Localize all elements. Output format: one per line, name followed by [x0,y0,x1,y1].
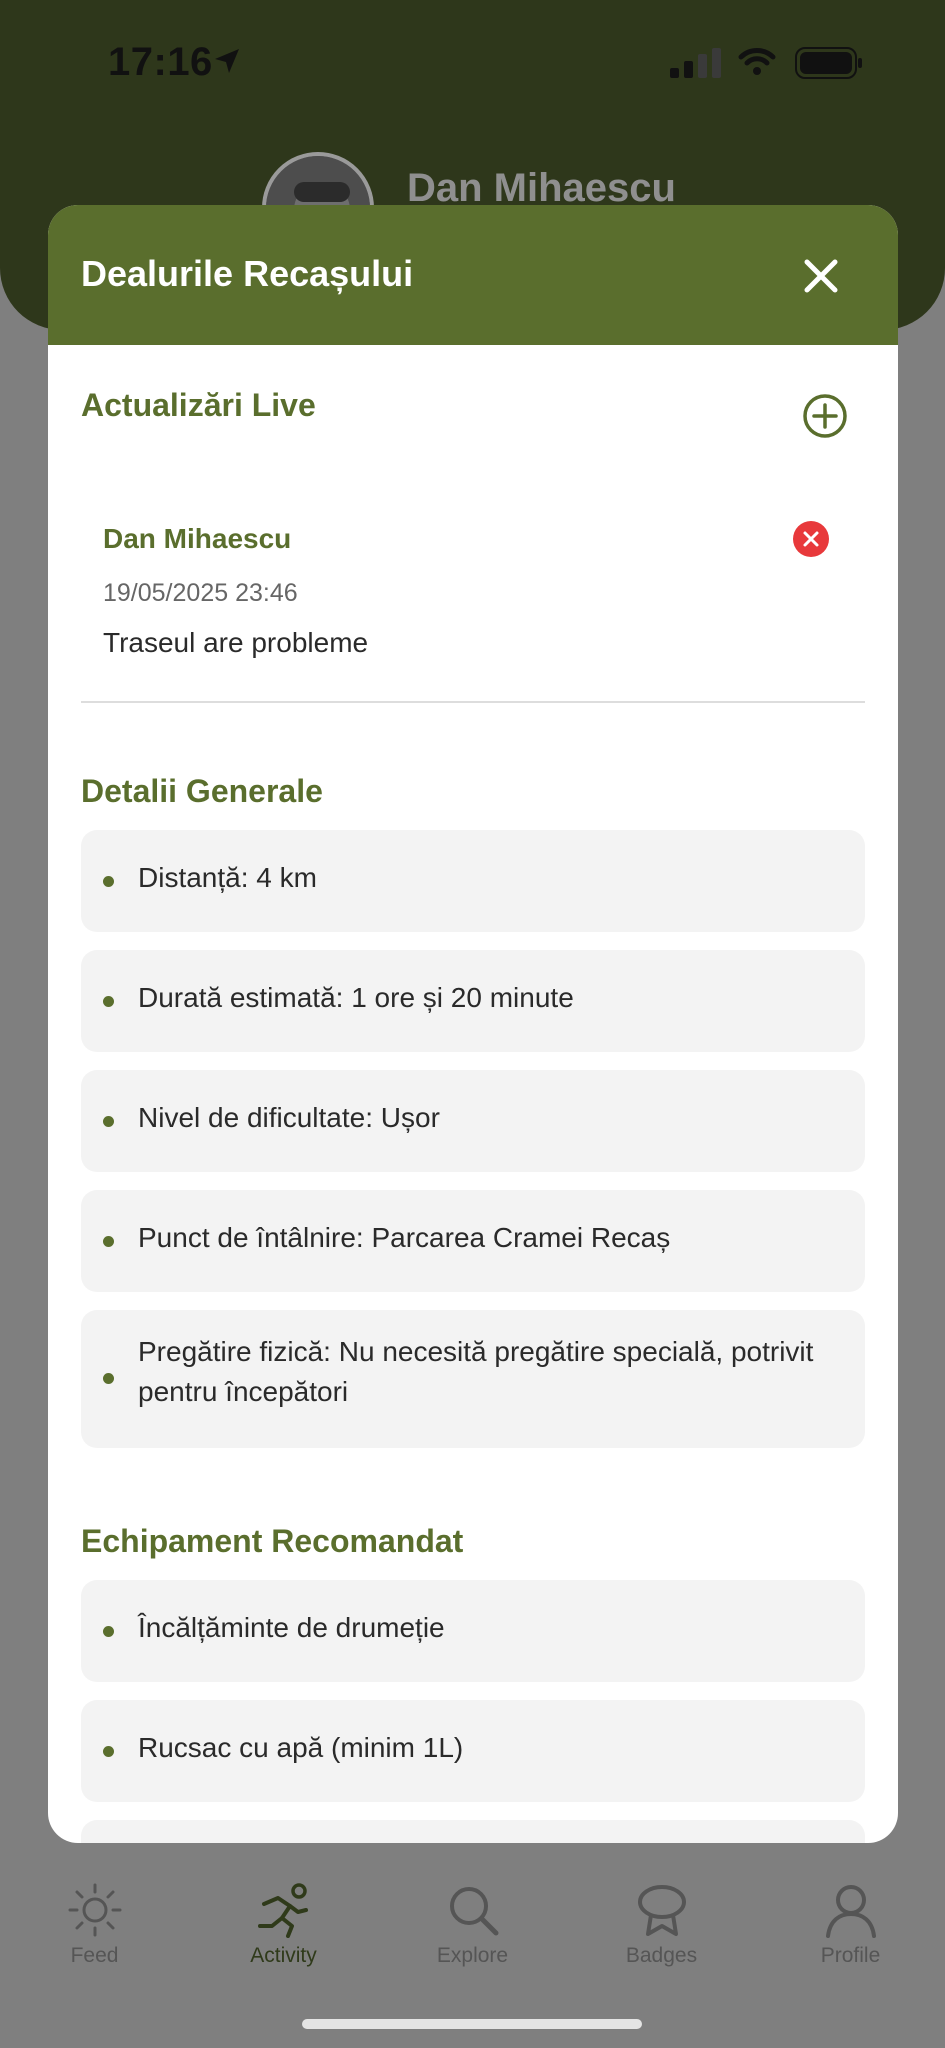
add-update-icon[interactable] [802,393,848,439]
general-details-list: Distanță: 4 km Durată estimată: 1 ore și… [81,830,865,1466]
list-item-text: Distanță: 4 km [138,862,317,893]
location-arrow-icon [215,49,239,73]
profile-icon [825,1885,876,1938]
tab-feed[interactable]: Feed [0,1860,189,1968]
search-icon [449,1887,498,1936]
update-date: 19/05/2025 23:46 [103,579,298,607]
list-item-text: Durată estimată: 1 ore și 20 minute [138,982,574,1013]
tab-label: Badges [625,1944,698,1967]
home-indicator [302,2019,642,2029]
update-author: Dan Mihaescu [103,523,292,554]
tab-label: Profile [820,1944,881,1967]
list-item: Nivel de dificultate: Ușor [81,1070,865,1172]
list-item: Rucsac cu apă (minim 1L) [81,1700,865,1802]
battery-icon [795,47,862,79]
list-item: Durată estimată: 1 ore și 20 minute [81,950,865,1052]
tab-label: Activity [250,1944,317,1967]
list-item: Punct de întâlnire: Parcarea Cramei Reca… [81,1190,865,1292]
divider [81,701,865,703]
list-item-text: Nivel de dificultate: Ușor [138,1102,440,1133]
list-item: Încălțăminte de drumeție [81,1580,865,1682]
close-icon [803,531,819,547]
list-item-text: Încălțăminte de drumeție [138,1612,445,1643]
list-item: Distanță: 4 km [81,830,865,932]
bullet-icon [103,1626,114,1637]
bullet-icon [103,876,114,887]
list-item-text: Punct de întâlnire: Parcarea Cramei Reca… [138,1222,671,1253]
tab-label: Explore [436,1944,509,1967]
tab-profile[interactable]: Profile [756,1860,945,1968]
close-icon[interactable] [800,255,842,297]
general-details-title: Detalii Generale [81,773,323,809]
tab-badges[interactable]: Badges [567,1860,756,1968]
bullet-icon [103,1116,114,1127]
screen: 17:16 Dan Mihaescu Feed Activity Explore… [0,0,945,2048]
tab-activity[interactable]: Activity [189,1860,378,1968]
trail-details-modal: Dealurile Recașului Actualizări Live Dan… [48,205,898,1843]
bullet-icon [103,1236,114,1247]
badge-icon [637,1885,686,1936]
list-item: Pregătire fizică: Nu necesită pregătire … [81,1310,865,1448]
wifi-icon [738,48,776,75]
modal-title: Dealurile Recașului [81,253,414,294]
list-item-text: Rucsac cu apă (minim 1L) [138,1732,464,1763]
list-item-partial [81,1820,865,1843]
signal-icon [670,48,721,78]
live-updates-title: Actualizări Live [81,387,316,423]
running-icon [257,1883,308,1938]
bullet-icon [103,1746,114,1757]
equipment-title: Echipament Recomandat [81,1523,464,1559]
equipment-list: Încălțăminte de drumeție Rucsac cu apă (… [81,1580,865,1843]
update-text: Traseul are probleme [103,627,369,658]
sun-icon [68,1883,121,1937]
bullet-icon [103,1373,114,1384]
delete-update-button[interactable] [793,521,829,557]
status-time: 17:16 [108,40,213,84]
bullet-icon [103,996,114,1007]
list-item-text: Pregătire fizică: Nu necesită pregătire … [138,1336,814,1407]
tab-explore[interactable]: Explore [378,1860,567,1968]
tab-label: Feed [70,1944,119,1967]
status-bar: 17:16 [0,0,945,130]
modal-header: Dealurile Recașului [48,205,898,345]
